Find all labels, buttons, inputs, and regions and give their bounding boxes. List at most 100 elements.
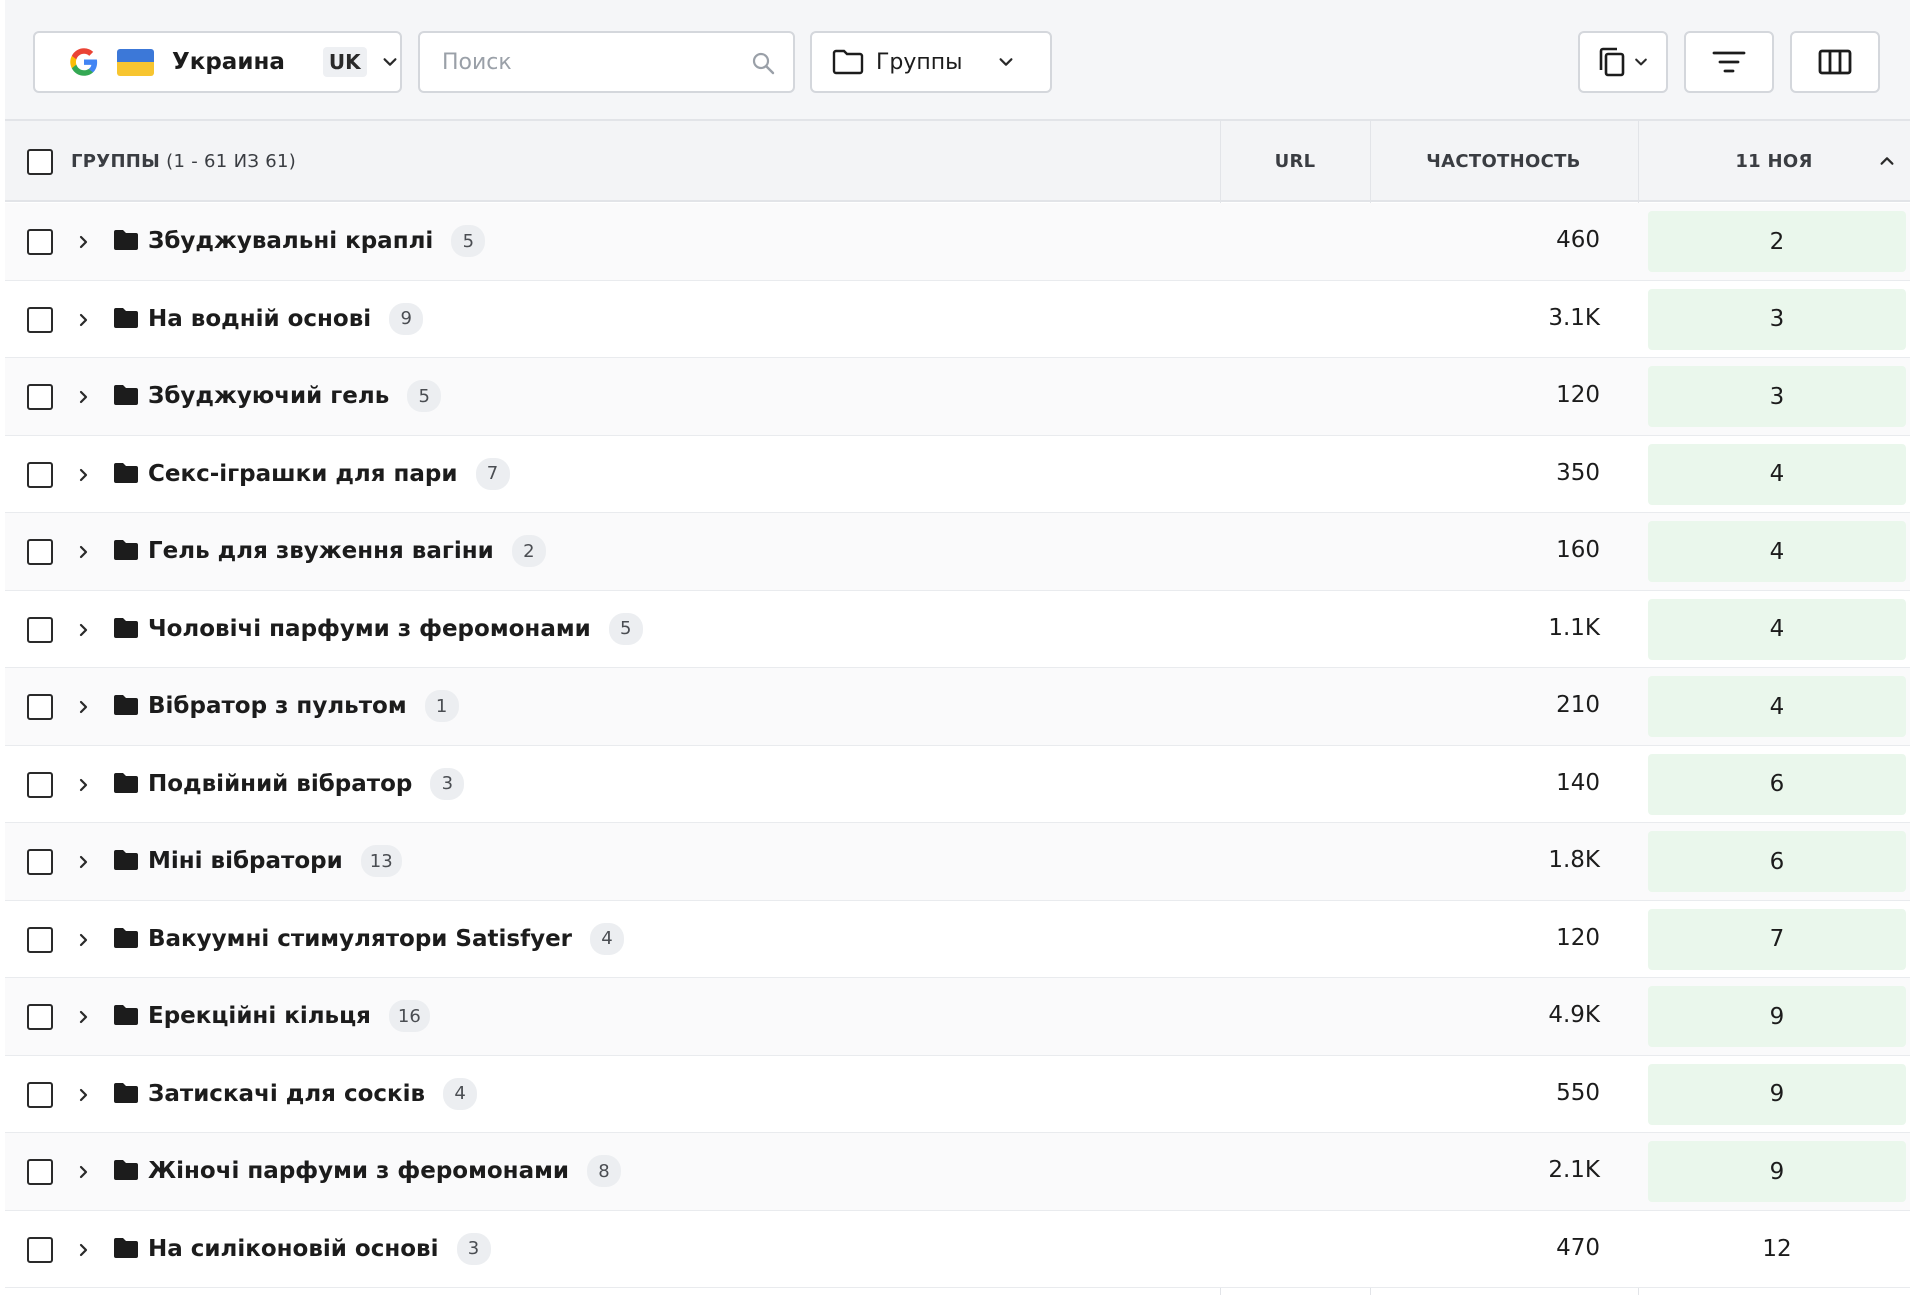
table-row[interactable]: Ерекційні кільця 16 4.9K 9 [5, 978, 1910, 1056]
row-checkbox[interactable] [27, 694, 53, 720]
group-name-text: Міні вібратори [148, 848, 343, 874]
group-name[interactable]: Збуджувальні краплі 5 [148, 225, 486, 257]
group-name[interactable]: Чоловічі парфуми з феромонами 5 [148, 612, 643, 645]
keyword-count-badge: 1 [424, 690, 459, 722]
position-cell: 2 [1648, 211, 1906, 272]
header-date-label: 11 НОЯ [1735, 151, 1813, 172]
select-all-checkbox[interactable] [27, 148, 53, 175]
table-row[interactable]: На силіконовій основі 3 470 12 [5, 1210, 1910, 1288]
chevron-right-icon[interactable] [77, 466, 91, 484]
table-row[interactable]: Збуджуючий гель 5 120 3 [5, 358, 1910, 436]
chevron-right-icon[interactable] [77, 233, 91, 251]
group-name-text: Збуджувальні краплі [148, 228, 434, 254]
frequency-cell: 210 [1556, 692, 1600, 718]
chevron-right-icon[interactable] [77, 931, 91, 949]
group-name[interactable]: Вібратор з пультом 1 [148, 690, 459, 722]
region-selector[interactable]: Украина UK [33, 31, 402, 93]
keyword-count-badge: 5 [608, 612, 643, 645]
chevron-right-icon[interactable] [77, 698, 91, 716]
table-row[interactable]: Міні вібратори 13 1.8K 6 [5, 823, 1910, 901]
group-name[interactable]: Ерекційні кільця 16 [148, 1000, 430, 1032]
row-checkbox[interactable] [27, 384, 53, 410]
row-checkbox[interactable] [27, 461, 53, 488]
table-row[interactable]: Чоловічі парфуми з феромонами 5 1.1K 4 [5, 590, 1910, 668]
google-icon [70, 48, 98, 76]
chevron-right-icon[interactable] [77, 621, 91, 639]
app: Украина UK Группы ГРУППЫ (1 - 61 И [5, 0, 1910, 1295]
row-checkbox[interactable] [27, 1236, 53, 1263]
position-cell: 9 [1648, 1141, 1906, 1202]
frequency-cell: 350 [1556, 459, 1600, 486]
group-name[interactable]: Збуджуючий гель 5 [148, 380, 442, 412]
keyword-count-badge: 16 [388, 1000, 430, 1032]
table-row[interactable]: Гель для звуження вагіни 2 160 4 [5, 513, 1910, 591]
keyword-count-badge: 7 [475, 457, 510, 490]
position-cell: 4 [1648, 443, 1906, 505]
group-name[interactable]: Міні вібратори 13 [148, 845, 402, 877]
table-row[interactable]: Секс-іграшки для пари 7 350 4 [5, 435, 1910, 513]
group-name[interactable]: Затискачі для сосків 4 [148, 1077, 478, 1110]
chevron-right-icon[interactable] [77, 853, 91, 871]
header-url[interactable]: URL [1220, 121, 1370, 202]
table-row[interactable]: Подвійний вібратор 3 140 6 [5, 745, 1910, 823]
frequency-cell: 4.9K [1548, 1002, 1600, 1028]
columns-button[interactable] [1790, 31, 1880, 93]
frequency-cell: 1.8K [1548, 847, 1600, 873]
columns-icon [1818, 49, 1852, 75]
chevron-right-icon[interactable] [77, 1163, 91, 1181]
row-checkbox[interactable] [27, 1159, 53, 1185]
chevron-right-icon[interactable] [77, 388, 91, 406]
group-name[interactable]: Секс-іграшки для пари 7 [148, 457, 510, 490]
chevron-right-icon[interactable] [77, 776, 91, 794]
group-name-text: Вакуумні стимулятори Satisfyer [148, 925, 573, 952]
row-checkbox[interactable] [27, 616, 53, 643]
table-row[interactable]: На водній основі 9 3.1K 3 [5, 280, 1910, 358]
table-row[interactable]: Збуджувальні краплі 5 460 2 [5, 203, 1910, 281]
group-name[interactable]: На водній основі 9 [148, 302, 424, 335]
search-box[interactable] [418, 31, 795, 93]
header-frequency[interactable]: ЧАСТОТНОСТЬ [1370, 121, 1637, 202]
folder-icon [114, 307, 138, 328]
group-name[interactable]: Жіночі парфуми з феромонами 8 [148, 1155, 622, 1187]
group-name[interactable]: Вакуумні стимулятори Satisfyer 4 [148, 922, 625, 955]
chevron-right-icon[interactable] [77, 1241, 91, 1259]
keyword-count-badge: 2 [511, 535, 546, 567]
keyword-count-badge: 8 [587, 1155, 622, 1187]
folder-icon [114, 462, 138, 483]
table-row[interactable]: Жіночі парфуми з феромонами 8 2.1K 9 [5, 1133, 1910, 1211]
keyword-count-badge: 9 [389, 302, 424, 335]
frequency-cell: 550 [1556, 1079, 1600, 1106]
keyword-count-badge: 3 [456, 1232, 491, 1265]
row-checkbox[interactable] [27, 539, 53, 565]
row-checkbox[interactable] [27, 771, 53, 798]
group-name[interactable]: На силіконовій основі 3 [148, 1232, 491, 1265]
row-checkbox[interactable] [27, 849, 53, 875]
groups-dropdown[interactable]: Группы [810, 31, 1052, 93]
chevron-right-icon[interactable] [77, 311, 91, 329]
row-checkbox[interactable] [27, 306, 53, 333]
group-name-text: На силіконовій основі [148, 1235, 439, 1262]
chevron-right-icon[interactable] [77, 1008, 91, 1026]
row-checkbox[interactable] [27, 229, 53, 255]
keyword-count-badge: 3 [430, 767, 465, 800]
position-cell: 3 [1648, 288, 1906, 350]
table-row[interactable]: Затискачі для сосків 4 550 9 [5, 1055, 1910, 1133]
keyword-count-badge: 5 [451, 225, 486, 257]
frequency-cell: 2.1K [1548, 1157, 1600, 1183]
group-name[interactable]: Гель для звуження вагіни 2 [148, 535, 546, 567]
group-name[interactable]: Подвійний вібратор 3 [148, 767, 465, 800]
table-row[interactable]: Вакуумні стимулятори Satisfyer 4 120 7 [5, 900, 1910, 978]
position-cell: 12 [1762, 1236, 1792, 1262]
copy-button[interactable] [1578, 31, 1668, 93]
row-checkbox[interactable] [27, 1081, 53, 1108]
search-input[interactable] [442, 49, 742, 75]
filter-button[interactable] [1684, 31, 1774, 93]
chevron-right-icon[interactable] [77, 543, 91, 561]
table-row[interactable]: Вібратор з пультом 1 210 4 [5, 668, 1910, 746]
ukraine-flag-icon [117, 48, 154, 76]
header-date[interactable]: 11 НОЯ [1638, 121, 1910, 202]
row-checkbox[interactable] [27, 926, 53, 953]
row-checkbox[interactable] [27, 1004, 53, 1030]
chevron-right-icon[interactable] [77, 1086, 91, 1104]
sort-ascending-icon[interactable] [1878, 152, 1896, 170]
